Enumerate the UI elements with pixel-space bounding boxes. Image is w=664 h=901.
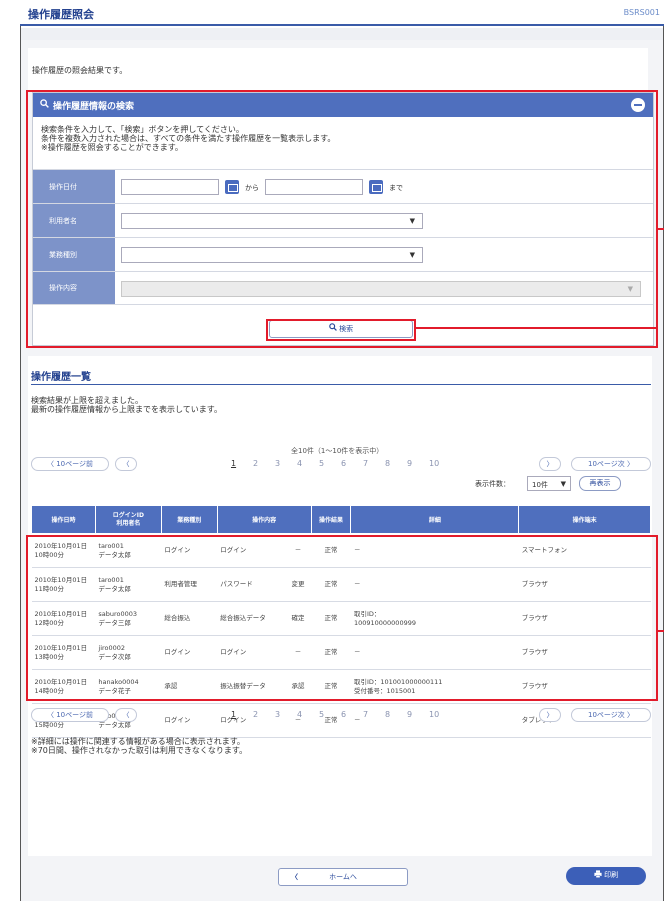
pager-bottom: 〈 10ページ前 〈 1 2 3 4 5 6 7 8 9 10 〉 10ページ次… <box>31 708 651 724</box>
title-bar: 操作履歴照会 BSRS001 <box>20 0 664 26</box>
page-4[interactable]: 4 <box>297 459 302 468</box>
printer-icon <box>594 870 604 879</box>
callout-line-search <box>656 228 664 230</box>
prev-page-button[interactable]: 〈 <box>115 457 137 471</box>
redisplay-label: 再表示 <box>589 479 611 487</box>
col-detail: 詳細 <box>350 505 520 534</box>
page-3[interactable]: 3 <box>275 710 280 719</box>
display-count-value: 10件 <box>532 481 548 489</box>
page-2[interactable]: 2 <box>253 710 258 719</box>
page-1[interactable]: 1 <box>231 710 236 719</box>
prev10-label: 10ページ前 <box>56 460 93 468</box>
intro-text: 操作履歴の照会結果です。 <box>32 66 128 75</box>
page-5[interactable]: 5 <box>319 459 324 468</box>
page-7[interactable]: 7 <box>363 459 368 468</box>
prev10-button[interactable]: 〈 10ページ前 <box>31 457 109 471</box>
page-6[interactable]: 6 <box>341 459 346 468</box>
highlight-results <box>26 535 658 701</box>
col-login-id: ログインID 利用者名 <box>94 505 162 534</box>
col-result: 操作結果 <box>310 505 352 534</box>
page-1[interactable]: 1 <box>231 459 236 468</box>
display-count-label: 表示件数： <box>475 480 510 488</box>
col-terminal: 操作端末 <box>518 505 651 534</box>
list-heading-rule <box>31 384 651 385</box>
page-7[interactable]: 7 <box>363 710 368 719</box>
highlight-search-area <box>26 90 658 348</box>
next10-button[interactable]: 10ページ次 〉 <box>571 457 651 471</box>
title-underband <box>21 28 663 40</box>
back-arrow-icon: 〈 <box>291 873 298 881</box>
col-datetime: 操作日時 <box>31 505 96 534</box>
prev10-label: 10ページ前 <box>56 711 93 719</box>
screen-code: BSRS001 <box>623 8 660 17</box>
redisplay-button[interactable]: 再表示 <box>579 476 621 491</box>
note-2: ※70日間、操作されなかった取引は利用できなくなります。 <box>31 746 248 755</box>
page-8[interactable]: 8 <box>385 459 390 468</box>
page-5[interactable]: 5 <box>319 710 324 719</box>
pager-top: 〈 10ページ前 〈 1 2 3 4 5 6 7 8 9 10 〉 10ページ次… <box>31 457 651 473</box>
prev10-button[interactable]: 〈 10ページ前 <box>31 708 109 722</box>
next10-button[interactable]: 10ページ次 〉 <box>571 708 651 722</box>
next-page-button[interactable]: 〉 <box>539 457 561 471</box>
list-message-2: 最新の操作履歴情報から上限までを表示しています。 <box>31 405 222 414</box>
home-button-label: ホームへ <box>329 873 357 881</box>
list-heading: 操作履歴一覧 <box>31 372 91 383</box>
intro-panel: 操作履歴の照会結果です。 <box>28 48 648 92</box>
next10-label: 10ページ次 <box>587 460 625 468</box>
page-3[interactable]: 3 <box>275 459 280 468</box>
chevron-down-icon: ▼ <box>560 480 566 488</box>
home-button[interactable]: 〈 ホームへ <box>278 868 408 886</box>
list-summary: 全10件（1～10件を表示中） <box>291 447 384 455</box>
page-9[interactable]: 9 <box>407 710 412 719</box>
page-title: 操作履歴照会 <box>28 8 94 21</box>
page-9[interactable]: 9 <box>407 459 412 468</box>
page-8[interactable]: 8 <box>385 710 390 719</box>
page-6[interactable]: 6 <box>341 710 346 719</box>
col-content: 操作内容 <box>216 505 312 534</box>
display-count-select[interactable]: 10件 ▼ <box>527 476 571 491</box>
print-button[interactable]: 印刷 <box>566 867 646 885</box>
page-10[interactable]: 10 <box>429 459 439 468</box>
print-button-label: 印刷 <box>604 871 619 879</box>
callout-line-results <box>656 630 664 632</box>
page-10[interactable]: 10 <box>429 710 439 719</box>
page-2[interactable]: 2 <box>253 459 258 468</box>
col-business: 業務種別 <box>160 505 218 534</box>
page-4[interactable]: 4 <box>297 710 302 719</box>
highlight-search-button <box>266 319 416 341</box>
prev-page-button[interactable]: 〈 <box>115 708 137 722</box>
callout-line-button <box>416 327 658 329</box>
next-page-button[interactable]: 〉 <box>539 708 561 722</box>
table-header-row: 操作日時 ログインID 利用者名 業務種別 操作内容 操作結果 詳細 操作端末 <box>31 505 651 534</box>
next10-label: 10ページ次 <box>587 711 625 719</box>
